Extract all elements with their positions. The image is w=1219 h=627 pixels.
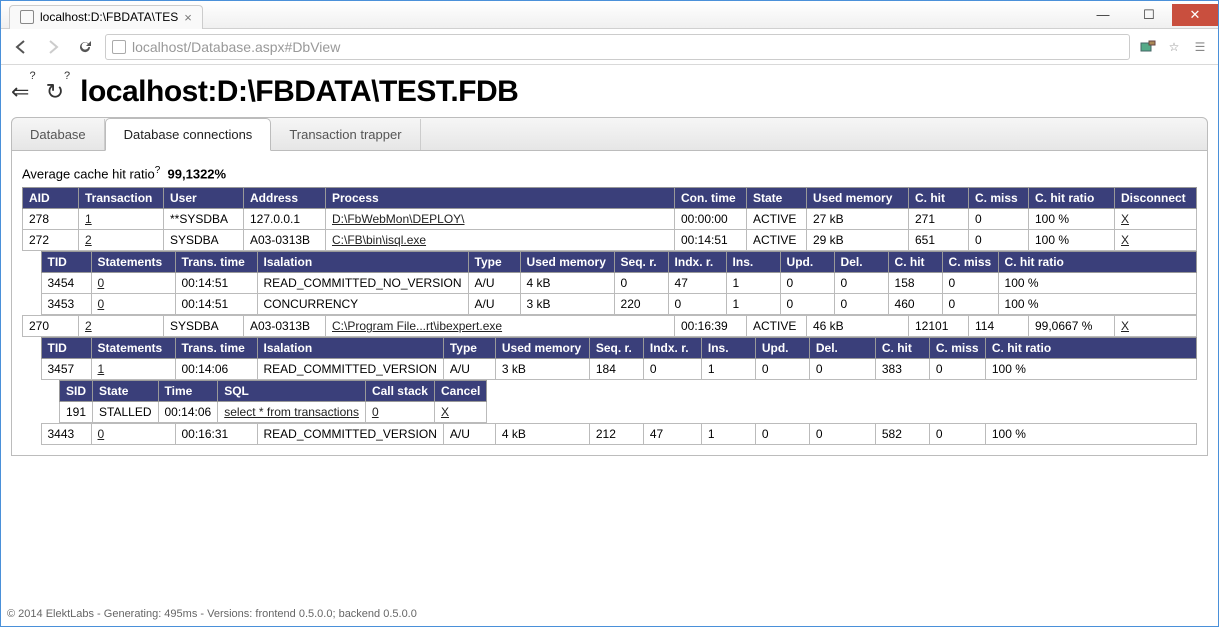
stmt-link[interactable]: 0 [98,427,105,441]
close-button[interactable]: ✕ [1172,4,1218,26]
tab-transaction-trapper[interactable]: Transaction trapper [271,119,420,150]
extension-icon[interactable] [1138,37,1158,57]
titlebar: localhost:D:\FBDATA\TES × — ☐ ✕ [1,1,1218,29]
url-input[interactable] [132,39,1123,55]
maximize-button[interactable]: ☐ [1126,4,1172,26]
disconnect-link[interactable]: X [1121,233,1129,247]
browser-tabstrip: localhost:D:\FBDATA\TES × [1,1,1080,29]
url-bar[interactable] [105,34,1130,60]
process-link[interactable]: C:\FB\bin\isql.exe [332,233,426,247]
process-link[interactable]: C:\Program File...rt\ibexpert.exe [332,319,502,333]
browser-tab[interactable]: localhost:D:\FBDATA\TES × [9,5,203,29]
refresh-icon[interactable]: ↻? [46,79,71,105]
cancel-link[interactable]: X [441,405,449,419]
page-content: ⇐? ↻? localhost:D:\FBDATA\TEST.FDB Datab… [1,65,1218,456]
transactions-table: TIDStatementsTrans. timeIsalationTypeUse… [41,251,1197,315]
page-title: localhost:D:\FBDATA\TEST.FDB [80,75,518,109]
minimize-button[interactable]: — [1080,4,1126,26]
txn-link[interactable]: 1 [85,212,92,226]
back-arrow-icon[interactable]: ⇐? [11,79,36,105]
table-row: 2722SYSDBAA03-0313BC:\FB\bin\isql.exe00:… [23,230,1197,251]
browser-tab-title: localhost:D:\FBDATA\TES [40,10,178,24]
table-row: 3457100:14:06READ_COMMITTED_VERSIONA/U3 … [41,359,1196,380]
txn-link[interactable]: 2 [85,233,92,247]
page-tabs: Database Database connections Transactio… [11,117,1208,151]
table-row: 3443000:16:31READ_COMMITTED_VERSIONA/U4 … [41,424,1196,445]
tab-database[interactable]: Database [12,119,105,150]
table-row: 2781**SYSDBA127.0.0.1D:\FbWebMon\DEPLOY\… [23,209,1197,230]
reload-button[interactable] [73,35,97,59]
table-header-row: TIDStatementsTrans. timeIsalationTypeUse… [41,338,1196,359]
tab-close-icon[interactable]: × [184,10,192,25]
tab-body: Average cache hit ratio? 99,1322% AIDTra… [11,151,1208,456]
table-header-row: AIDTransactionUserAddressProcessCon. tim… [23,188,1197,209]
transactions-table: TIDStatementsTrans. timeIsalationTypeUse… [41,337,1197,445]
statements-table: SIDStateTimeSQLCall stackCancel 191STALL… [59,380,487,423]
forward-button[interactable] [41,35,65,59]
disconnect-link[interactable]: X [1121,319,1129,333]
back-button[interactable] [9,35,33,59]
stmt-link[interactable]: 0 [98,276,105,290]
callstack-link[interactable]: 0 [372,405,379,419]
disconnect-link[interactable]: X [1121,212,1129,226]
favicon-icon [20,10,34,24]
process-link[interactable]: D:\FbWebMon\DEPLOY\ [332,212,465,226]
stmt-link[interactable]: 0 [98,297,105,311]
table-header-row: TIDStatementsTrans. timeIsalationTypeUse… [41,252,1196,273]
window-buttons: — ☐ ✕ [1080,4,1218,26]
table-row: 191STALLED00:14:06select * from transact… [60,402,487,423]
footer-text: © 2014 ElektLabs - Generating: 495ms - V… [7,608,417,620]
tab-database-connections[interactable]: Database connections [105,118,272,151]
connections-table: AIDTransactionUserAddressProcessCon. tim… [22,187,1197,445]
txn-link[interactable]: 2 [85,319,92,333]
browser-window: localhost:D:\FBDATA\TES × — ☐ ✕ ☆ [0,0,1219,627]
hamburger-menu-icon[interactable]: ☰ [1190,37,1210,57]
table-row: 3453000:14:51CONCURRENCYA/U3 kB220010046… [41,294,1196,315]
page-icon [112,40,126,54]
cache-hit-ratio: Average cache hit ratio? 99,1322% [22,165,1197,181]
table-header-row: SIDStateTimeSQLCall stackCancel [60,381,487,402]
browser-toolbar: ☆ ☰ [1,29,1218,65]
sql-link[interactable]: select * from transactions [224,405,359,419]
table-row: 2702SYSDBAA03-0313BC:\Program File...rt\… [23,316,1197,337]
bookmark-star-icon[interactable]: ☆ [1164,37,1184,57]
stmt-link[interactable]: 1 [98,362,105,376]
table-row: 3454000:14:51READ_COMMITTED_NO_VERSIONA/… [41,273,1196,294]
